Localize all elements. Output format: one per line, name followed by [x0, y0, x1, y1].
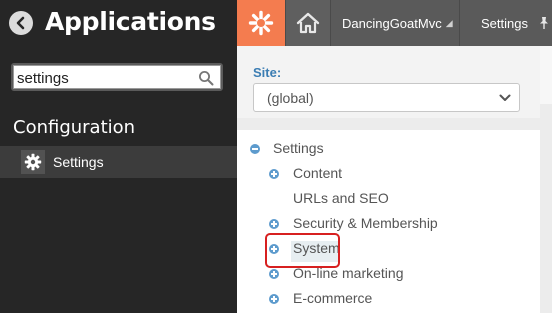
- expand-icon[interactable]: [269, 169, 279, 179]
- chevron-down-icon: [499, 94, 511, 101]
- applications-title: Applications: [45, 7, 216, 36]
- site-select[interactable]: (global): [253, 83, 520, 112]
- gear-icon: [21, 150, 45, 174]
- main-content: Site: (global) Settings Content URLs and…: [237, 46, 552, 313]
- application-search-box[interactable]: [11, 63, 223, 91]
- top-bar: DancingGoatMvc ◢ Settings: [237, 0, 552, 46]
- kentico-logo-icon: [248, 10, 274, 36]
- site-select-value: (global): [267, 89, 314, 106]
- settings-tree: Settings Content URLs and SEO Security &…: [237, 130, 540, 313]
- site-name: DancingGoatMvc: [342, 15, 442, 31]
- search-icon[interactable]: [198, 70, 214, 86]
- sidebar-item-settings[interactable]: Settings: [0, 146, 237, 178]
- application-search-input[interactable]: [17, 68, 197, 88]
- site-caret-icon: ◢: [445, 17, 453, 28]
- site-switcher[interactable]: DancingGoatMvc ◢: [331, 0, 459, 46]
- current-app-tab[interactable]: Settings: [460, 0, 552, 46]
- expand-icon[interactable]: [269, 219, 279, 229]
- home-icon: [296, 12, 320, 34]
- pin-icon[interactable]: [538, 16, 550, 30]
- tree-node-security-membership[interactable]: Security & Membership: [293, 215, 438, 231]
- back-arrow-icon: [16, 16, 25, 30]
- collapse-icon[interactable]: [250, 144, 260, 154]
- home-button[interactable]: [286, 0, 330, 46]
- current-app-label: Settings: [481, 15, 528, 31]
- tree-node-urls-and-seo[interactable]: URLs and SEO: [293, 190, 389, 206]
- expand-icon[interactable]: [269, 294, 279, 304]
- expand-icon[interactable]: [269, 269, 279, 279]
- site-label: Site:: [253, 65, 282, 80]
- kentico-logo-button[interactable]: [237, 0, 285, 46]
- back-button[interactable]: [9, 11, 33, 35]
- sidebar-item-label: Settings: [53, 154, 104, 170]
- content-area-edge: [540, 46, 552, 104]
- tree-node-settings[interactable]: Settings: [273, 140, 324, 156]
- tree-node-online-marketing[interactable]: On-line marketing: [293, 265, 404, 281]
- applications-panel: Applications Configuration: [0, 0, 237, 313]
- tree-node-e-commerce[interactable]: E-commerce: [293, 290, 372, 306]
- tree-node-content[interactable]: Content: [293, 165, 342, 181]
- applications-header: Applications: [0, 0, 237, 47]
- site-selector-panel: Site: (global): [237, 46, 540, 118]
- highlight-annotation: [265, 233, 340, 268]
- section-heading-configuration: Configuration: [13, 117, 136, 138]
